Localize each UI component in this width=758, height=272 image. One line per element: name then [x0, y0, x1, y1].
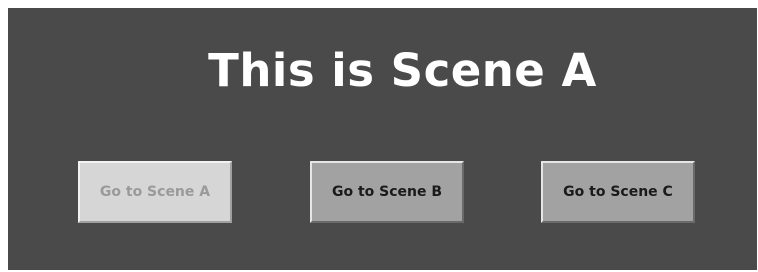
- scene-window: This is Scene A Go to Scene A Go to Scen…: [8, 8, 757, 270]
- go-to-scene-a-button[interactable]: Go to Scene A: [78, 161, 232, 223]
- go-to-scene-c-button[interactable]: Go to Scene C: [541, 161, 695, 223]
- go-to-scene-b-button[interactable]: Go to Scene B: [310, 161, 464, 223]
- scene-title: This is Scene A: [208, 44, 597, 97]
